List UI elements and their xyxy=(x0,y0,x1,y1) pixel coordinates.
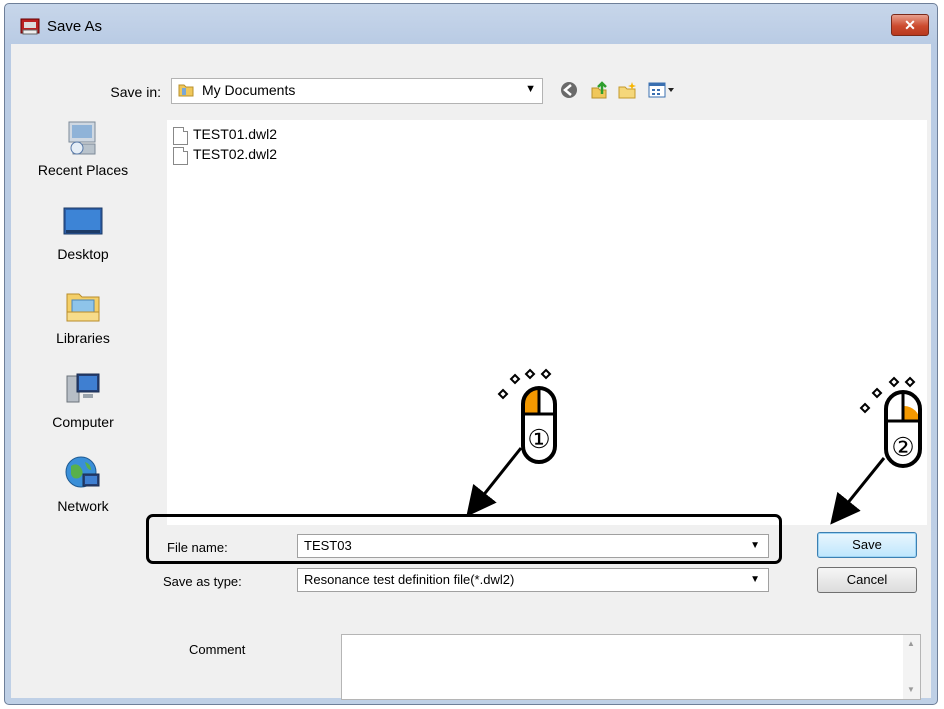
arrow-2 xyxy=(830,457,886,525)
step-2-marker: ② xyxy=(891,432,914,462)
arrow-1 xyxy=(466,447,523,517)
instruction-overlay: ① ② xyxy=(466,368,922,525)
step-1-marker: ① xyxy=(527,424,550,454)
